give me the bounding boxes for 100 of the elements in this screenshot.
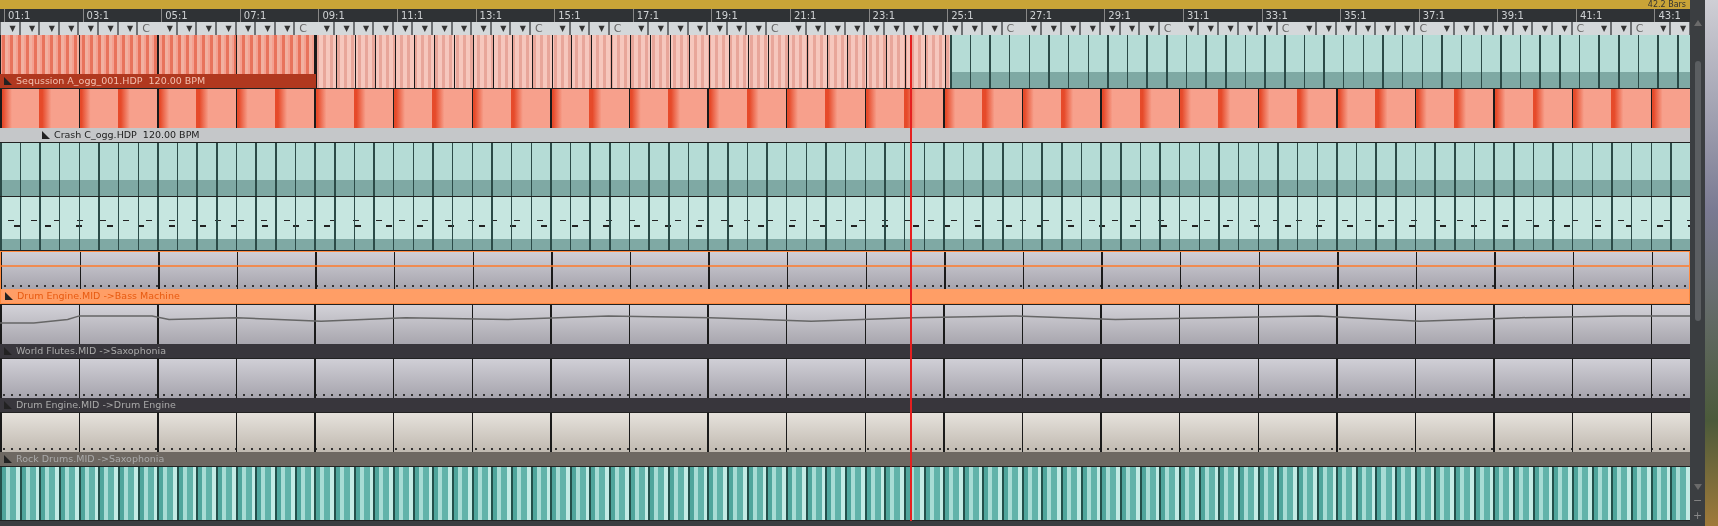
marker-button[interactable]: ▼	[649, 22, 667, 36]
marker-button[interactable]: ▼	[1120, 22, 1139, 36]
marker-button[interactable]: ▼	[943, 22, 962, 36]
marker-button[interactable]: ▼	[413, 22, 431, 36]
marker-button[interactable]: ▼	[275, 22, 294, 36]
marker-button[interactable]: ▼	[1513, 22, 1532, 36]
marker-button[interactable]: ▼	[452, 22, 471, 36]
marker-button[interactable]: ▼	[1376, 22, 1394, 36]
marker-button[interactable]: C ▼	[609, 22, 648, 36]
marker-button[interactable]: C ▼	[138, 22, 176, 36]
marker-button[interactable]: ▼	[20, 22, 39, 36]
marker-button[interactable]: ▼	[904, 22, 923, 36]
marker-button[interactable]: ▼	[1612, 22, 1630, 36]
corner-triangle-icon	[4, 455, 12, 464]
clip-label-bar[interactable]: Drum Engine.MID ->Drum Engine	[0, 398, 1690, 413]
marker-button[interactable]: ▼	[845, 22, 864, 36]
audio-clip[interactable]	[0, 467, 1690, 521]
marker-button[interactable]: C ▼	[1415, 22, 1453, 36]
marker-button[interactable]: C ▼	[766, 22, 805, 36]
clip-label: Drum Engine.MID ->Bass Machine	[17, 289, 180, 304]
marker-button[interactable]: ▼	[727, 22, 746, 36]
marker-button[interactable]: ▼	[335, 22, 353, 36]
marker-button[interactable]: ▼	[1199, 22, 1217, 36]
marker-button[interactable]: ▼	[924, 22, 942, 36]
marker-button[interactable]: ▼	[1356, 22, 1375, 36]
clip-label: Sequssion A_ogg_001.HDP 120.00 BPM	[16, 74, 206, 89]
time-ruler[interactable]: 01:1 03:1 05:1 07:1 09:1 11:1 13:1 15:1 17:1 19:1 21:1 23:1 25:1 27:1 29:1 31:1 33:1 35:1 37:1 39:1 41:1 43:1	[0, 9, 1690, 22]
marker-button[interactable]: ▼	[118, 22, 137, 36]
marker-button[interactable]: ▼	[1061, 22, 1080, 36]
marker-button[interactable]: ▼	[1, 22, 19, 36]
marker-button[interactable]: ▼	[1455, 22, 1473, 36]
marker-button[interactable]: ▼	[708, 22, 726, 36]
marker-button[interactable]: C ▼	[1572, 22, 1611, 36]
audio-clip[interactable]	[950, 35, 1690, 89]
marker-button[interactable]: ▼	[1140, 22, 1158, 36]
clip-label-bar[interactable]: World Flutes.MID ->Saxophonia	[0, 344, 1690, 359]
corner-triangle-icon	[4, 347, 12, 356]
marker-button[interactable]: ▼	[98, 22, 117, 36]
marker-button[interactable]: ▼	[806, 22, 825, 36]
marker-button[interactable]: ▼	[79, 22, 97, 36]
clip-label: Rock Drums.MID ->Saxophonia	[16, 452, 165, 467]
marker-button[interactable]: ▼	[393, 22, 412, 36]
marker-button[interactable]: ▼	[1533, 22, 1551, 36]
marker-button[interactable]: ▼	[217, 22, 235, 36]
marker-button[interactable]: ▼	[747, 22, 765, 36]
marker-button[interactable]: ▼	[1337, 22, 1355, 36]
marker-button[interactable]: C ▼	[530, 22, 569, 36]
midi-clip[interactable]	[0, 197, 1690, 251]
marker-button[interactable]: ▼	[669, 22, 687, 36]
marker-button[interactable]: ▼	[1100, 22, 1119, 36]
marker-button[interactable]: ▼	[256, 22, 274, 36]
marker-button[interactable]: ▼	[40, 22, 58, 36]
marker-button[interactable]: ▼	[1081, 22, 1099, 36]
audio-clip[interactable]	[316, 35, 950, 89]
marker-button[interactable]: ▼	[1494, 22, 1512, 36]
corner-triangle-icon	[42, 131, 50, 140]
marker-button[interactable]: ▼	[982, 22, 1001, 36]
clip-label-bar[interactable]: Crash C_ogg.HDP 120.00 BPM	[0, 128, 1690, 143]
marker-button[interactable]: ▼	[1219, 22, 1237, 36]
marker-button[interactable]: ▼	[1042, 22, 1060, 36]
corner-triangle-icon	[4, 401, 12, 410]
clip-label: Drum Engine.MID ->Drum Engine	[16, 398, 176, 413]
corner-triangle-icon	[4, 77, 12, 86]
marker-button[interactable]: C ▼	[1631, 22, 1670, 36]
marker-button[interactable]: ▼	[177, 22, 196, 36]
marker-button[interactable]: ▼	[1238, 22, 1257, 36]
marker-button[interactable]: ▼	[511, 22, 529, 36]
scrollbar-thumb[interactable]	[1694, 61, 1701, 321]
clip-label: World Flutes.MID ->Saxophonia	[16, 344, 166, 359]
clip-label-bar[interactable]: Sequssion A_ogg_001.HDP 120.00 BPM	[0, 74, 316, 89]
marker-button[interactable]: ▼	[963, 22, 981, 36]
marker-button[interactable]: C ▼	[1002, 22, 1041, 36]
marker-button[interactable]: ▼	[354, 22, 373, 36]
marker-button[interactable]: ▼	[1395, 22, 1414, 36]
marker-button[interactable]: ▼	[1671, 22, 1690, 36]
marker-button[interactable]: ▼	[570, 22, 589, 36]
marker-button[interactable]: ▼	[197, 22, 215, 36]
marker-button[interactable]: ▼	[865, 22, 883, 36]
marker-button[interactable]: ▼	[374, 22, 392, 36]
marker-button[interactable]: ▼	[1474, 22, 1493, 36]
marker-button[interactable]: ▼	[885, 22, 903, 36]
audio-clip[interactable]: Sequssion A_ogg_001.HDP 120.00 BPM	[0, 35, 316, 89]
marker-button[interactable]: ▼	[1258, 22, 1276, 36]
marker-button[interactable]: ▼	[826, 22, 844, 36]
marker-button[interactable]: ▼	[491, 22, 510, 36]
marker-button[interactable]: ▼	[59, 22, 78, 36]
corner-triangle-icon	[5, 292, 13, 301]
marker-button[interactable]: ▼	[1317, 22, 1335, 36]
clip-label: Crash C_ogg.HDP 120.00 BPM	[54, 128, 200, 143]
marker-button[interactable]: ▼	[432, 22, 451, 36]
marker-button[interactable]: C ▼	[1277, 22, 1316, 36]
audio-clip[interactable]	[0, 143, 1690, 197]
marker-button[interactable]: ▼	[590, 22, 608, 36]
marker-button[interactable]: C ▼	[1159, 22, 1198, 36]
marker-button[interactable]: C ▼	[295, 22, 333, 36]
marker-button[interactable]: ▼	[472, 22, 490, 36]
length-readout: 42.2 Bars	[1646, 0, 1687, 9]
marker-button[interactable]: ▼	[688, 22, 707, 36]
marker-button[interactable]: ▼	[236, 22, 255, 36]
marker-button[interactable]: ▼	[1553, 22, 1571, 36]
